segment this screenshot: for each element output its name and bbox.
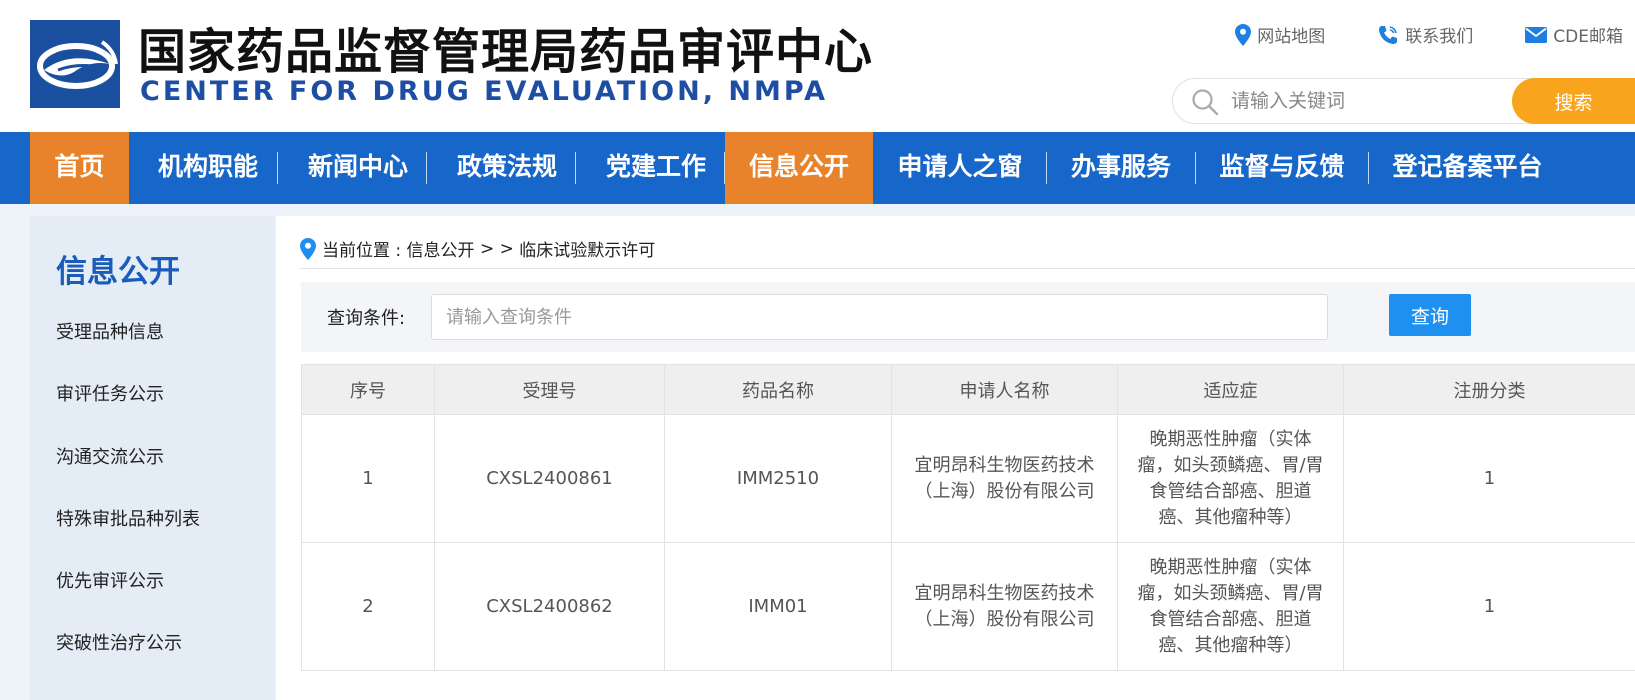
main-panel: 当前位置 : 信息公开 > > 临床试验默示许可 查询条件: 查询 序号 受理号…	[276, 216, 1635, 700]
sidebar-item-special-approval[interactable]: 特殊审批品种列表	[56, 505, 200, 531]
col-header-registration-class: 注册分类	[1343, 364, 1635, 415]
col-header-acceptance-no: 受理号	[434, 364, 665, 415]
cell-index: 1	[301, 414, 435, 543]
cell-registration-class: 1	[1343, 414, 1635, 543]
results-table: 序号 受理号 药品名称 申请人名称 适应症 注册分类 1 CXSL2400861…	[301, 364, 1635, 671]
breadcrumb-separator: > >	[474, 238, 520, 259]
sidebar-title: 信息公开	[56, 254, 180, 290]
site-title-cn: 国家药品监督管理局药品审评中心	[138, 24, 874, 80]
sidebar-item-communication[interactable]: 沟通交流公示	[56, 443, 164, 469]
table-row: 2 CXSL2400862 IMM01 宜明昂科生物医药技术（上海）股份有限公司…	[301, 542, 1635, 671]
cell-index: 2	[301, 542, 435, 671]
cde-mail-link[interactable]: CDE邮箱	[1525, 22, 1623, 47]
nav-org-functions[interactable]: 机构职能	[140, 132, 276, 204]
main-nav: 首页 机构职能 新闻中心 政策法规 党建工作 信息公开 申请人之窗 办事服务 监…	[0, 132, 1635, 204]
nav-party-building[interactable]: 党建工作	[588, 132, 724, 204]
sitemap-link[interactable]: 网站地图	[1235, 22, 1325, 47]
nav-separator	[1195, 152, 1196, 184]
cell-acceptance-no: CXSL2400862	[434, 542, 665, 671]
phone-icon	[1379, 25, 1398, 44]
breadcrumb: 当前位置 : 信息公开 > > 临床试验默示许可	[300, 236, 655, 261]
sidebar-item-accepted-varieties[interactable]: 受理品种信息	[56, 318, 164, 344]
nav-separator	[1046, 152, 1047, 184]
nav-separator	[277, 152, 278, 184]
cde-mail-label: CDE邮箱	[1553, 27, 1623, 47]
nav-registration-platform[interactable]: 登记备案平台	[1380, 132, 1555, 204]
nav-home[interactable]: 首页	[30, 132, 129, 204]
nav-services[interactable]: 办事服务	[1056, 132, 1186, 204]
col-header-index: 序号	[301, 364, 435, 415]
col-header-drug-name: 药品名称	[664, 364, 892, 415]
nav-supervision-feedback[interactable]: 监督与反馈	[1206, 132, 1358, 204]
nav-applicant-window[interactable]: 申请人之窗	[884, 132, 1036, 204]
nav-separator	[426, 152, 427, 184]
sidebar: 信息公开 受理品种信息 审评任务公示 沟通交流公示 特殊审批品种列表 优先审评公…	[30, 216, 275, 700]
nav-policy-regulations[interactable]: 政策法规	[439, 132, 575, 204]
map-pin-icon	[1235, 23, 1252, 46]
sidebar-item-review-tasks[interactable]: 审评任务公示	[56, 380, 164, 406]
cell-indication: 晚期恶性肿瘤（实体瘤，如头颈鳞癌、胃/胃食管结合部癌、胆道癌、其他瘤种等）	[1117, 414, 1344, 543]
col-header-applicant: 申请人名称	[891, 364, 1118, 415]
cell-acceptance-no: CXSL2400861	[434, 414, 665, 543]
sidebar-item-priority-review[interactable]: 优先审评公示	[56, 567, 164, 593]
table-row: 1 CXSL2400861 IMM2510 宜明昂科生物医药技术（上海）股份有限…	[301, 414, 1635, 543]
site-search-button[interactable]: 搜索	[1512, 78, 1635, 124]
cell-drug-name: IMM01	[664, 542, 892, 671]
site-search-input[interactable]	[1231, 87, 1531, 115]
nav-info-disclosure[interactable]: 信息公开	[725, 132, 873, 204]
search-icon	[1192, 89, 1219, 116]
breadcrumb-section-link[interactable]: 信息公开	[407, 236, 475, 261]
breadcrumb-divider	[300, 268, 1635, 269]
query-input[interactable]	[431, 294, 1328, 340]
site-header: 国家药品监督管理局药品审评中心 CENTER FOR DRUG EVALUATI…	[0, 0, 1635, 132]
cell-registration-class: 1	[1343, 542, 1635, 671]
cell-indication: 晚期恶性肿瘤（实体瘤，如头颈鳞癌、胃/胃食管结合部癌、胆道癌、其他瘤种等）	[1117, 542, 1344, 671]
contact-link[interactable]: 联系我们	[1377, 22, 1473, 47]
sitemap-label: 网站地图	[1257, 27, 1326, 47]
mail-icon	[1525, 26, 1548, 43]
col-header-indication: 适应症	[1117, 364, 1344, 415]
query-button[interactable]: 查询	[1389, 294, 1471, 336]
cde-logo[interactable]	[30, 20, 120, 108]
site-title-en: CENTER FOR DRUG EVALUATION, NMPA	[140, 76, 829, 107]
cell-applicant: 宜明昂科生物医药技术（上海）股份有限公司	[891, 414, 1118, 543]
sidebar-item-breakthrough-therapy[interactable]: 突破性治疗公示	[56, 629, 182, 655]
table-header-row: 序号 受理号 药品名称 申请人名称 适应症 注册分类	[301, 364, 1635, 415]
location-pin-icon	[300, 237, 316, 260]
contact-label: 联系我们	[1405, 27, 1474, 47]
cell-drug-name: IMM2510	[664, 414, 892, 543]
breadcrumb-current: 临床试验默示许可	[519, 241, 656, 261]
query-label: 查询条件:	[327, 308, 406, 329]
top-links: 网站地图 联系我们 CDE邮箱	[1183, 22, 1623, 47]
nav-separator	[575, 152, 576, 184]
breadcrumb-prefix: 当前位置 :	[322, 241, 407, 261]
nav-news-center[interactable]: 新闻中心	[290, 132, 426, 204]
nav-separator	[1368, 152, 1369, 184]
logo-emblem-icon	[30, 20, 120, 108]
cell-applicant: 宜明昂科生物医药技术（上海）股份有限公司	[891, 542, 1118, 671]
